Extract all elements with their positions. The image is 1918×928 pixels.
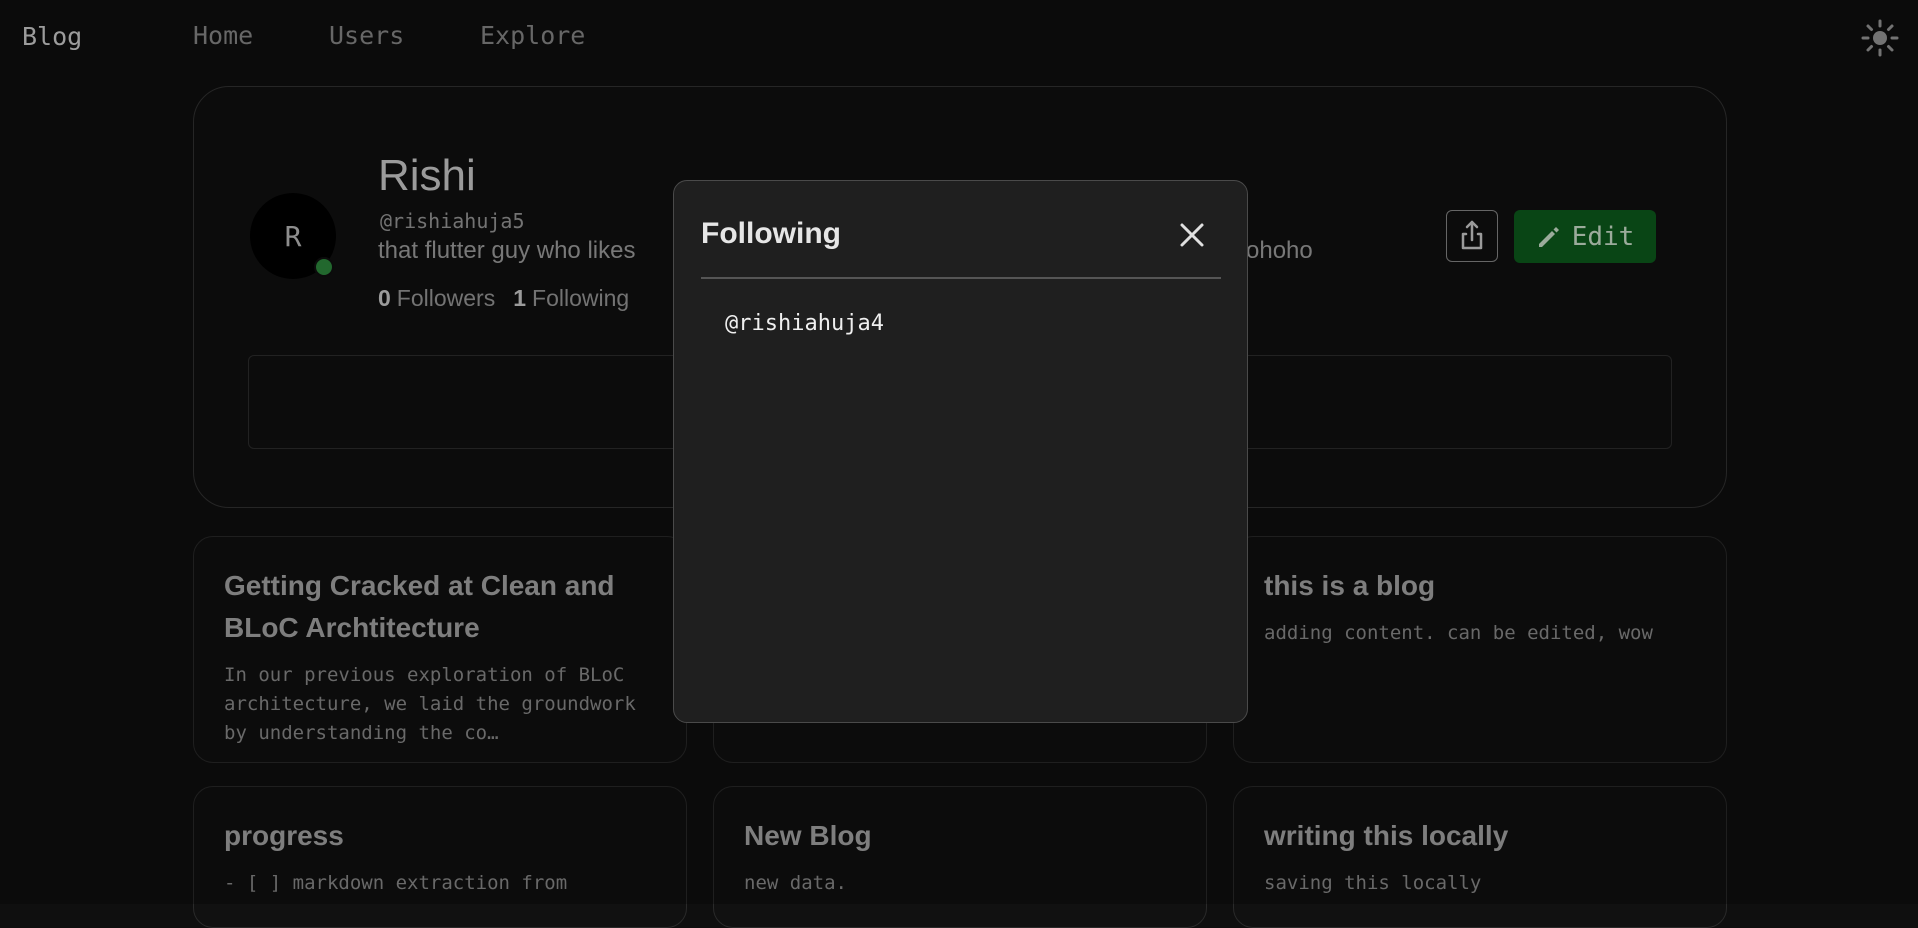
modal-title: Following [701, 217, 841, 250]
modal-divider [701, 277, 1221, 279]
close-button[interactable] [1178, 221, 1206, 249]
following-list-item[interactable]: @rishiahuja4 [725, 311, 884, 336]
following-modal: Following @rishiahuja4 [673, 180, 1248, 723]
close-icon [1180, 223, 1204, 247]
